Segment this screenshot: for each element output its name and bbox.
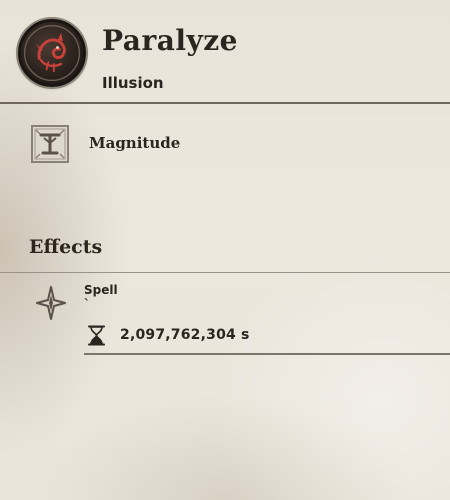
red-dragon-icon — [23, 24, 81, 82]
magnitude-label: Magnitude — [89, 134, 181, 152]
effect-label: Spell — [84, 283, 118, 297]
effect-duration: 2,097,762,304 s — [120, 327, 250, 343]
spell-icon-red-dragon — [18, 19, 86, 87]
spell-title: Paralyze — [102, 24, 238, 57]
diamond-star-icon — [36, 286, 66, 320]
header-divider — [0, 102, 450, 104]
spell-school: Illusion — [102, 74, 164, 92]
effect-sub-text: ` — [84, 297, 90, 311]
hourglass-icon — [87, 325, 106, 346]
effects-heading: Effects — [29, 236, 103, 258]
magnitude-icon — [30, 124, 70, 164]
effect-row-divider — [84, 353, 450, 355]
effects-divider — [0, 272, 450, 273]
